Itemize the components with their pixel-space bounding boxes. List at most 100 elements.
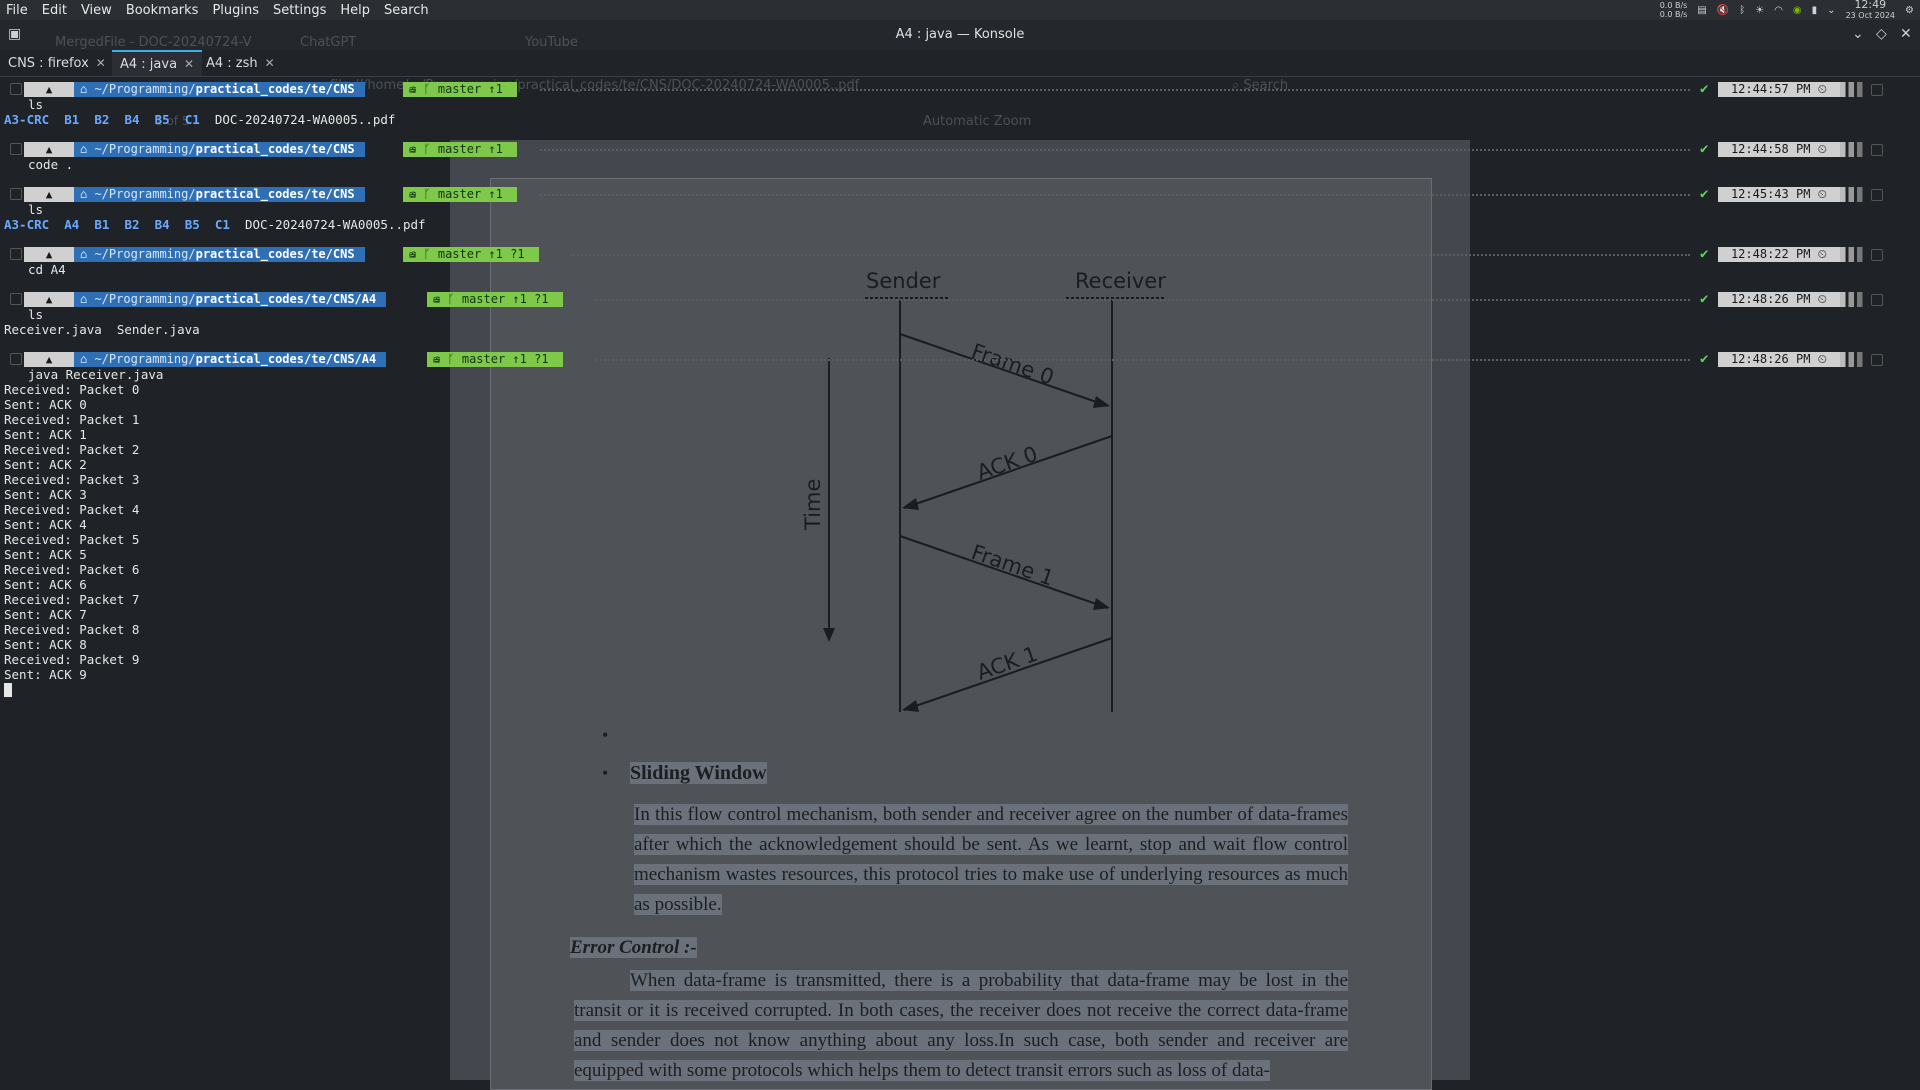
output-line: Received: Packet 4 xyxy=(4,502,140,517)
prompt-tail xyxy=(1840,247,1868,262)
command-text: code . xyxy=(28,157,74,172)
prompt-git-status: ⛁ ᚴ master ↑1 xyxy=(403,187,517,202)
ls-output: A3-CRC B1 B2 B4 B5 C1 DOC-20240724-WA000… xyxy=(4,112,396,127)
prompt-time: 12:48:26 PM ⏲ xyxy=(1718,352,1840,367)
output-line: Received: Packet 2 xyxy=(4,442,140,457)
ack1-label: ACK 1 xyxy=(974,642,1041,685)
arch-linux-icon: ▲ xyxy=(24,142,74,157)
prompt-filler xyxy=(540,194,1690,196)
terminal-scrollbar[interactable] xyxy=(1906,78,1916,1078)
success-check-icon: ✔ xyxy=(1700,81,1709,97)
output-line: Received: Packet 3 xyxy=(4,472,140,487)
time-arrowhead xyxy=(823,628,835,642)
prompt-filler xyxy=(595,359,1690,361)
prompt-filler xyxy=(540,149,1690,151)
arch-linux-icon: ▲ xyxy=(24,247,74,262)
pdf-paragraph-sliding-window: In this flow control mechanism, both sen… xyxy=(634,804,1348,915)
prompt-git-status: ⛁ ᚴ master ↑1 ?1 xyxy=(403,247,539,262)
time-label: Time xyxy=(801,479,825,531)
prompt-line: ▲ ⌂ ~/Programming/practical_codes/te/CNS… xyxy=(0,246,1920,263)
prompt-marker xyxy=(10,83,22,95)
output-line: Received: Packet 5 xyxy=(4,532,140,547)
command-text: ls xyxy=(28,202,44,217)
prompt-path: ⌂ ~/Programming/practical_codes/te/CNS/A… xyxy=(74,352,387,367)
prompt-time: 12:48:26 PM ⏲ xyxy=(1718,292,1840,307)
output-line: Received: Packet 6 xyxy=(4,562,140,577)
output-line: Sent: ACK 5 xyxy=(4,547,87,562)
prompt-marker xyxy=(10,188,22,200)
output-line: Sent: ACK 6 xyxy=(4,577,87,592)
arch-linux-icon: ▲ xyxy=(24,352,74,367)
prompt-path: ⌂ ~/Programming/practical_codes/te/CNS/A… xyxy=(74,292,387,307)
success-check-icon: ✔ xyxy=(1700,186,1709,202)
command-text: cd A4 xyxy=(28,262,66,277)
output-line: Sent: ACK 3 xyxy=(4,487,87,502)
success-check-icon: ✔ xyxy=(1700,291,1709,307)
arch-linux-icon: ▲ xyxy=(24,292,74,307)
output-line: Sent: ACK 1 xyxy=(4,427,87,442)
success-check-icon: ✔ xyxy=(1700,351,1709,367)
ack0-arrowhead xyxy=(902,498,919,510)
prompt-marker-right xyxy=(1871,189,1883,201)
success-check-icon: ✔ xyxy=(1700,141,1709,157)
command-text: ls xyxy=(28,97,44,112)
prompt-tail xyxy=(1840,352,1868,367)
prompt-line: ▲ ⌂ ~/Programming/practical_codes/te/CNS… xyxy=(0,141,1920,158)
arch-linux-icon: ▲ xyxy=(24,82,74,97)
arch-linux-icon: ▲ xyxy=(24,187,74,202)
prompt-marker-right xyxy=(1871,84,1883,96)
prompt-path: ⌂ ~/Programming/practical_codes/te/CNS xyxy=(74,142,365,157)
sender-label: Sender xyxy=(866,269,941,293)
prompt-filler xyxy=(570,254,1690,256)
prompt-time: 12:44:57 PM ⏲ xyxy=(1718,82,1840,97)
prompt-git-status: ⛁ ᚴ master ↑1 xyxy=(403,142,517,157)
output-line: Received: Packet 1 xyxy=(4,412,140,427)
prompt-time: 12:44:58 PM ⏲ xyxy=(1718,142,1840,157)
terminal-cursor xyxy=(4,683,12,697)
prompt-marker-right xyxy=(1871,354,1883,366)
output-line: Sent: ACK 7 xyxy=(4,607,87,622)
prompt-tail xyxy=(1840,187,1868,202)
prompt-git-status: ⛁ ᚴ master ↑1 ?1 xyxy=(427,352,563,367)
frame1-arrowhead xyxy=(1093,598,1110,610)
frame1-label: Frame 1 xyxy=(968,540,1057,591)
prompt-filler xyxy=(540,89,1690,91)
prompt-line: ▲ ⌂ ~/Programming/practical_codes/te/CNS… xyxy=(0,81,1920,98)
prompt-marker-right xyxy=(1871,249,1883,261)
prompt-marker xyxy=(10,143,22,155)
prompt-tail xyxy=(1840,82,1868,97)
command-text: ls xyxy=(28,307,44,322)
prompt-line: ▲ ⌂ ~/Programming/practical_codes/te/CNS… xyxy=(0,351,1920,368)
output-line: Sent: ACK 8 xyxy=(4,637,87,652)
frame0-arrowhead xyxy=(1093,396,1110,408)
prompt-marker xyxy=(10,248,22,260)
output-line: Sent: ACK 4 xyxy=(4,517,87,532)
prompt-git-status: ⛁ ᚴ master ↑1 ?1 xyxy=(427,292,563,307)
output-line: Sent: ACK 9 xyxy=(4,667,87,682)
prompt-tail xyxy=(1840,142,1868,157)
prompt-line: ▲ ⌂ ~/Programming/practical_codes/te/CNS… xyxy=(0,186,1920,203)
command-text: java Receiver.java xyxy=(28,367,164,382)
prompt-filler xyxy=(595,299,1690,301)
pdf-empty-bullet: • xyxy=(602,725,609,745)
prompt-time: 12:48:22 PM ⏲ xyxy=(1718,247,1840,262)
success-check-icon: ✔ xyxy=(1700,246,1709,262)
pdf-bullet: • xyxy=(602,763,609,783)
ack1-arrowhead xyxy=(902,700,919,712)
prompt-path: ⌂ ~/Programming/practical_codes/te/CNS xyxy=(74,247,365,262)
prompt-marker xyxy=(10,293,22,305)
prompt-path: ⌂ ~/Programming/practical_codes/te/CNS xyxy=(74,82,365,97)
output-line: Received: Packet 8 xyxy=(4,622,140,637)
prompt-tail xyxy=(1840,292,1868,307)
output-line: Sent: ACK 2 xyxy=(4,457,87,472)
pdf-heading-error-control: Error Control :- xyxy=(570,937,697,958)
output-line: Received: Packet 7 xyxy=(4,592,140,607)
prompt-marker-right xyxy=(1871,144,1883,156)
prompt-path: ⌂ ~/Programming/practical_codes/te/CNS xyxy=(74,187,365,202)
ls-output: Receiver.java Sender.java xyxy=(4,322,200,337)
pdf-paragraph-error-control: When data-frame is transmitted, there is… xyxy=(574,970,1348,1081)
ack0-label: ACK 0 xyxy=(974,442,1041,485)
output-line: Sent: ACK 0 xyxy=(4,397,87,412)
output-line: Received: Packet 9 xyxy=(4,652,140,667)
pdf-heading-sliding-window: Sliding Window xyxy=(630,762,767,784)
